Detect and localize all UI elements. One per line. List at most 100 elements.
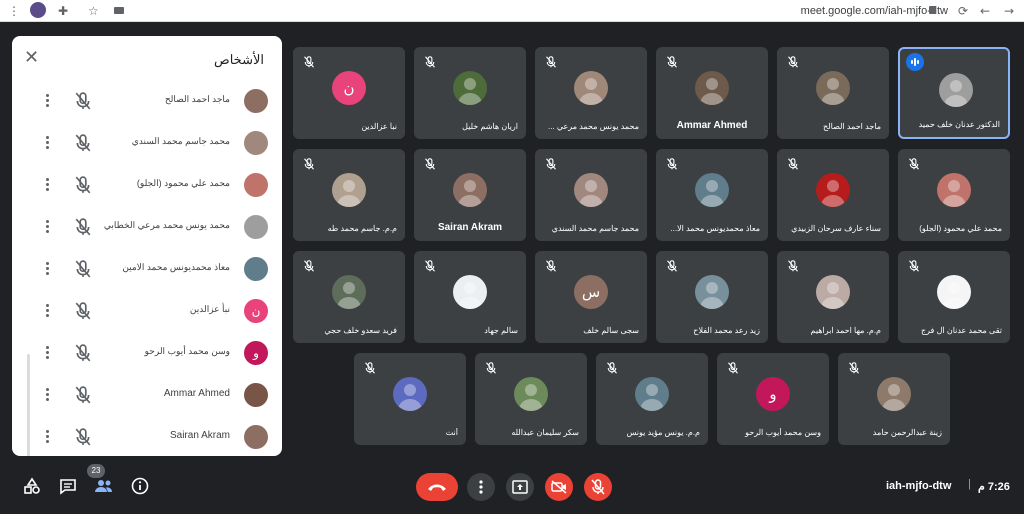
more-options-icon[interactable]: [42, 176, 52, 194]
avatar: [453, 275, 487, 309]
participant-name: سكر سليمان عبدالله: [511, 428, 579, 437]
participant-row[interactable]: Sairan Akram: [12, 416, 282, 456]
more-options-button[interactable]: [467, 473, 495, 501]
avatar: [574, 173, 608, 207]
participant-tile[interactable]: و وسن محمد أيوب الرحو: [717, 353, 829, 445]
participant-tile[interactable]: Ammar Ahmed: [656, 47, 768, 139]
cast-icon[interactable]: [114, 7, 124, 14]
mic-off-icon: [74, 386, 92, 404]
participant-tile[interactable]: محمد يونس محمد مرعي ...: [535, 47, 647, 139]
more-options-icon[interactable]: [42, 344, 52, 362]
avatar: [695, 71, 729, 105]
participant-tile[interactable]: Sairan Akram: [414, 149, 526, 241]
participant-name: تقى محمد عدنان آل فرج: [920, 326, 1002, 335]
chat-icon[interactable]: [58, 476, 78, 496]
participant-row[interactable]: Ammar Ahmed: [12, 374, 282, 416]
participant-tile[interactable]: م.م. مها احمد ابراهيم: [777, 251, 889, 343]
mic-off-icon: [74, 302, 92, 320]
participant-tile[interactable]: سناء عارف سرحان الزبيدي: [777, 149, 889, 241]
participant-name: معاذ محمديونس محمد الا...: [670, 224, 760, 233]
participant-row[interactable]: محمد علي محمود (الجلو): [12, 164, 282, 206]
address-bar[interactable]: meet.google.com/iah-mjfo-dtw: [801, 3, 948, 19]
participant-row[interactable]: نبأ عزالدين ن: [12, 290, 282, 332]
mic-off-icon: [74, 92, 92, 110]
participant-name: Sairan Akram: [169, 430, 230, 441]
extension-icon[interactable]: ✚: [58, 3, 68, 19]
mic-off-icon: [74, 134, 92, 152]
participant-tile[interactable]: زيد رعد محمد الفلاح: [656, 251, 768, 343]
avatar: [244, 215, 268, 239]
participant-tile[interactable]: سكر سليمان عبدالله: [475, 353, 587, 445]
avatar: [332, 173, 366, 207]
participant-tile[interactable]: اريان هاشم خليل: [414, 47, 526, 139]
avatar: [816, 173, 850, 207]
more-options-icon[interactable]: [42, 218, 52, 236]
activities-icon[interactable]: [22, 476, 42, 496]
camera-toggle-button[interactable]: [545, 473, 573, 501]
more-options-icon[interactable]: [42, 386, 52, 404]
meeting-code: iah-mjfo-dtw: [886, 480, 952, 492]
avatar: [816, 71, 850, 105]
participant-tile[interactable]: زينة عبدالرحمن حامد: [838, 353, 950, 445]
speaking-indicator-icon: [906, 53, 924, 71]
close-icon[interactable]: ✕: [24, 48, 39, 68]
mic-off-icon: [545, 55, 557, 68]
participant-name: Ammar Ahmed: [163, 388, 230, 399]
participant-tile[interactable]: محمد جاسم محمد السندي: [535, 149, 647, 241]
mic-off-icon: [787, 157, 799, 170]
scrollbar[interactable]: [27, 354, 30, 456]
participant-name: معاذ محمديونس محمد الامين: [122, 262, 230, 272]
browser-toolbar: ⋮ ✚ ☆ meet.google.com/iah-mjfo-dtw ⟳ ← →: [0, 0, 1024, 22]
participant-name: اريان هاشم خليل: [462, 122, 518, 131]
mic-off-icon: [591, 479, 605, 495]
profile-icon[interactable]: [30, 2, 46, 18]
info-icon[interactable]: [130, 476, 150, 496]
back-icon[interactable]: ←: [980, 3, 990, 19]
participant-name: سجى سالم خلف: [583, 326, 639, 335]
present-icon: [512, 480, 528, 494]
participant-row[interactable]: وسن محمد أيوب الرحو و: [12, 332, 282, 374]
more-options-icon[interactable]: [42, 302, 52, 320]
participant-name: نبأ عزالدين: [189, 304, 230, 314]
participant-name: محمد جاسم محمد السندي: [131, 136, 230, 146]
more-options-icon[interactable]: [42, 428, 52, 446]
people-icon[interactable]: [94, 476, 114, 496]
participant-tile[interactable]: تقى محمد عدنان آل فرج: [898, 251, 1010, 343]
avatar: [635, 377, 669, 411]
participant-tile[interactable]: ماجد احمد الصالح: [777, 47, 889, 139]
participant-tile[interactable]: سالم جهاد: [414, 251, 526, 343]
more-options-icon[interactable]: [42, 92, 52, 110]
end-call-button[interactable]: [416, 473, 458, 501]
participant-row[interactable]: ماجد احمد الصالح: [12, 80, 282, 122]
avatar: [695, 275, 729, 309]
participant-tile[interactable]: معاذ محمديونس محمد الا...: [656, 149, 768, 241]
more-options-icon[interactable]: [42, 260, 52, 278]
participant-row[interactable]: معاذ محمديونس محمد الامين: [12, 248, 282, 290]
mic-off-icon: [727, 361, 739, 374]
forward-icon[interactable]: →: [1004, 3, 1014, 19]
participant-tile[interactable]: م.م. يونس مؤيد يونس: [596, 353, 708, 445]
mic-off-icon: [74, 344, 92, 362]
avatar: [937, 173, 971, 207]
participant-name: محمد يونس محمد مرعي الخطابي: [103, 220, 230, 230]
reload-icon[interactable]: ⟳: [958, 3, 968, 19]
participant-tile[interactable]: ن نبأ عزالدين: [293, 47, 405, 139]
menu-dots-icon[interactable]: ⋮: [8, 3, 20, 19]
avatar: س: [574, 275, 608, 309]
participant-tile[interactable]: أنت: [354, 353, 466, 445]
avatar: [393, 377, 427, 411]
participant-tile[interactable]: محمد علي محمود (الجلو): [898, 149, 1010, 241]
present-button[interactable]: [506, 473, 534, 501]
participant-row[interactable]: محمد جاسم محمد السندي: [12, 122, 282, 164]
participant-tile[interactable]: س سجى سالم خلف: [535, 251, 647, 343]
mic-toggle-button[interactable]: [584, 473, 612, 501]
participant-row[interactable]: محمد يونس محمد مرعي الخطابي: [12, 206, 282, 248]
participant-name: الدكتور عدنان خلف حميد: [918, 120, 1000, 129]
more-options-icon[interactable]: [42, 134, 52, 152]
avatar: [244, 173, 268, 197]
participant-tile[interactable]: م.م. جاسم محمد طه: [293, 149, 405, 241]
mic-off-icon: [545, 259, 557, 272]
participant-tile[interactable]: فريد سعدو خلف حجي: [293, 251, 405, 343]
participant-tile[interactable]: الدكتور عدنان خلف حميد: [898, 47, 1010, 139]
star-icon[interactable]: ☆: [88, 3, 99, 19]
